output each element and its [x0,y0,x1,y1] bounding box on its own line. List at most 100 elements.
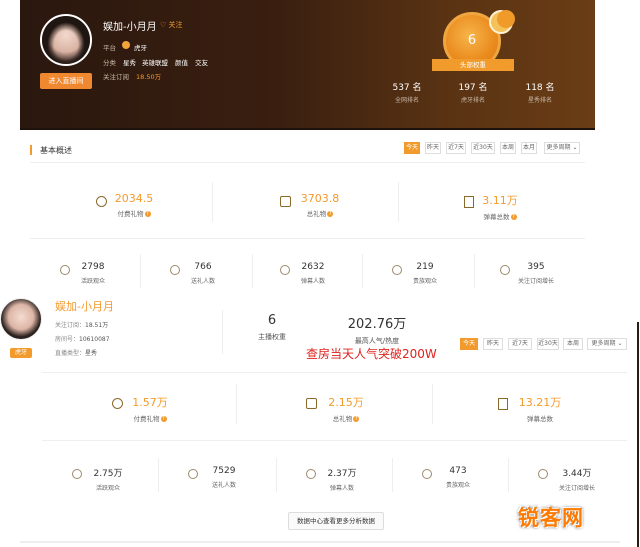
tab-30days[interactable]: 近30天 [537,338,559,350]
active-viewers-stat: 2798 活跃观众 [68,262,118,285]
tab-30days[interactable]: 近30天 [471,142,495,154]
medal-number: 6 [467,33,477,48]
subs-growth-stat: 3.44万 关注订阅增长 [546,466,608,492]
category-tag[interactable]: 颜值 [175,57,188,67]
noble-viewers-stat: 219 贵族观众 [400,262,450,285]
peak-popularity: 202.76万 最高人气/热度 [340,313,414,346]
rank-label: 全网排名 [394,97,419,104]
divider [236,384,237,424]
weight-label: 主播权重 [258,333,286,341]
total-gifts-stat: 2.15万 总礼物? [316,394,376,423]
stat-value: 7529 [212,466,236,476]
noble-viewers-stat: 473 贵族观众 [430,466,486,489]
stat-value: 395 [527,262,545,272]
tab-this-month[interactable]: 本月 [521,142,537,154]
divider [474,254,475,288]
heart-icon: ♡ [160,21,167,29]
category-tag[interactable]: 星秀 [123,57,136,67]
paid-gifts-stat: 2034.5 付费礼物? [104,192,164,218]
tab-this-week[interactable]: 本周 [500,142,516,154]
streamer-avatar[interactable] [40,14,92,66]
divider [222,310,223,354]
divider [212,182,213,222]
tab-7days[interactable]: 近7天 [508,338,532,350]
platform-label: 平台 [103,44,116,52]
follow-label: 关注 [168,21,183,29]
tab-yesterday[interactable]: 昨天 [483,338,503,350]
divider [508,458,509,492]
streamer-name: 娱加-小月月 [103,22,157,33]
stat-value: 3703.8 [300,192,340,205]
stat-value: 2034.5 [114,192,154,205]
tab-7days[interactable]: 近7天 [446,142,466,154]
medal-ribbon: 头部权重 [432,59,514,71]
rank-value: 537 名 [392,83,422,93]
tab-today[interactable]: 今天 [404,142,420,154]
divider [252,254,253,288]
stat-label: 活跃观众 [80,278,105,285]
danmaku-total-stat: 13.21万 弹幕总数 [510,394,570,423]
rank-label: 星秀排名 [527,97,552,104]
divider [158,458,159,492]
huya-logo-icon [122,41,130,49]
divider [392,458,393,492]
stat-value: 473 [449,466,467,476]
moon-icon [489,10,515,34]
stat-label: 弹幕人数 [329,485,354,492]
follow-button[interactable]: ♡ 关注 [160,20,183,30]
stat-label: 关注订阅增长 [558,485,595,492]
stat-label: 弹幕总数 [527,415,553,423]
divider [42,440,627,441]
weight-value: 6 [267,313,277,328]
divider [276,458,277,492]
subs-info: 关注订阅：18.51万 [55,322,109,329]
divider [140,254,141,288]
streamer-avatar-small[interactable] [0,298,42,340]
tab-today[interactable]: 今天 [460,338,478,350]
stat-value: 766 [194,262,212,272]
enter-live-room-button[interactable]: 进入直播间 [40,73,92,89]
divider [398,182,399,222]
rank-huya: 197 名 虎牙排名 [448,80,498,104]
divider [362,254,363,288]
stat-label: 总礼物? [332,415,360,423]
stat-label: 送礼人数 [190,278,215,285]
frame-edge [637,322,639,547]
danmaku-users-stat: 2632 弹幕人数 [288,262,338,285]
live-type-info: 直播类型：星秀 [55,350,98,357]
section-title: 基本概述 [40,146,72,155]
stat-label: 关注订阅增长 [517,278,554,285]
stat-value: 2.75万 [93,469,123,479]
divider [432,384,433,424]
stat-label: 付费礼物? [117,210,151,218]
stat-label: 贵族观众 [445,482,470,489]
gift-senders-stat: 7529 送礼人数 [196,466,252,489]
stat-value: 3.11万 [482,194,518,207]
divider [30,162,585,163]
stat-value: 2798 [81,262,105,272]
peak-value: 202.76万 [347,317,407,332]
danmaku-users-stat: 2.37万 弹幕人数 [314,466,370,492]
category-label: 分类 [103,59,116,67]
tab-this-week[interactable]: 本周 [563,338,583,350]
category-tag[interactable]: 交友 [195,57,208,67]
divider [20,541,620,543]
subs-label: 关注订阅 [103,73,129,81]
active-viewers-stat: 2.75万 活跃观众 [80,466,136,492]
room-number-info: 房间号：10610087 [55,336,110,343]
stat-label: 贵族观众 [412,278,437,285]
stat-label: 弹幕人数 [300,278,325,285]
tab-more-periods[interactable]: 更多周期 ⌄ [587,338,627,350]
section-accent-bar [30,145,32,155]
stat-label: 送礼人数 [211,482,236,489]
tab-more-periods[interactable]: 更多周期 ⌄ [544,142,580,154]
stat-value: 2.15万 [328,396,364,409]
streamer-name-overlay: 娱加-小月月 [55,300,114,313]
data-center-button[interactable]: 数据中心查看更多分析数据 [288,512,384,530]
divider [30,238,585,239]
divider [42,372,627,373]
tab-yesterday[interactable]: 昨天 [425,142,441,154]
rank-category: 118 名 星秀排名 [515,80,565,104]
subs-growth-stat: 395 关注订阅增长 [508,262,564,285]
category-tag[interactable]: 英雄联盟 [142,57,168,67]
